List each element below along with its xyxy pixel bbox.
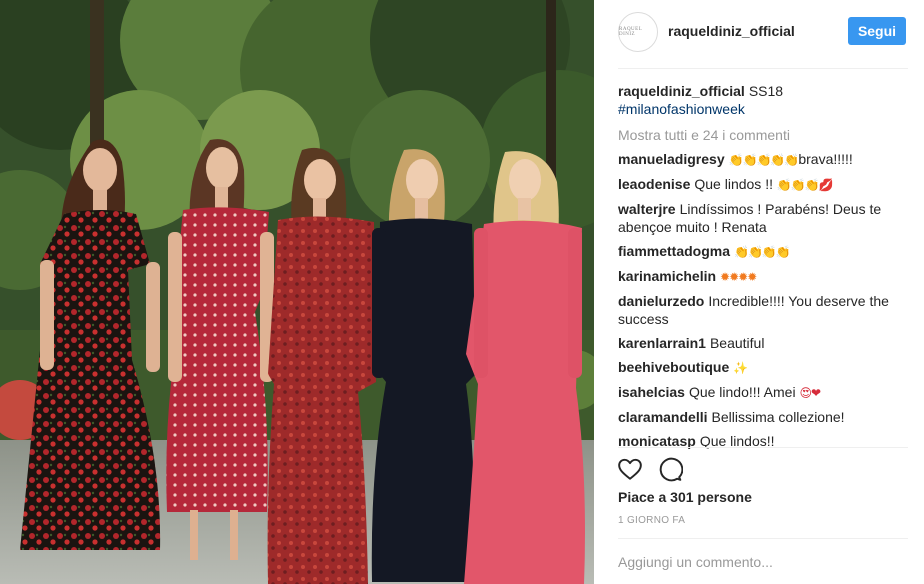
post-header: RAQUEL DINIZ raqueldiniz_official Segui — [594, 0, 924, 64]
header-divider — [618, 68, 908, 69]
comment-username[interactable]: walterjre — [618, 201, 676, 217]
heart-icon[interactable] — [617, 456, 643, 482]
comment-item: karenlarrain1 Beautiful — [618, 334, 914, 352]
caption: raqueldiniz_official SS18 — [618, 82, 914, 100]
comment-item: walterjre Lindíssimos ! Parabéns! Deus te… — [618, 200, 914, 236]
likes-count[interactable]: Piace a 301 persone — [618, 489, 752, 505]
comment-input-divider — [618, 538, 908, 539]
comments-section: raqueldiniz_official SS18 #milanofashionw… — [618, 82, 914, 456]
comment-text: brava!!!!! — [798, 151, 853, 167]
follow-button[interactable]: Segui — [848, 17, 906, 45]
comment-text: Beautiful — [709, 335, 765, 351]
comment-item: karinamichelin ✹✹✹✹ — [618, 267, 914, 286]
comment-text: Que lindos !! — [694, 176, 773, 192]
comment-text: Bellissima collezione! — [711, 409, 845, 425]
comment-item: isahelcias Que lindo!!! Amei 😍❤ — [618, 383, 914, 402]
comment-username[interactable]: karinamichelin — [618, 268, 716, 284]
actions-divider — [618, 447, 908, 448]
comment-username[interactable]: beehiveboutique — [618, 359, 729, 375]
comment-emoji: 👏👏👏👏👏 — [728, 153, 800, 167]
add-comment-input[interactable] — [618, 551, 908, 573]
comment-username[interactable]: danielurzedo — [618, 293, 704, 309]
comment-emoji: 😍❤ — [799, 386, 821, 400]
comment-username[interactable]: claramandelli — [618, 409, 708, 425]
caption-author[interactable]: raqueldiniz_official — [618, 83, 745, 99]
fashion-models-image — [0, 0, 594, 584]
comment-item: leaodenise Que lindos !! 👏👏👏💋 — [618, 175, 914, 194]
caption-hashtag[interactable]: #milanofashionweek — [618, 100, 914, 118]
avatar-logo-text: RAQUEL DINIZ — [619, 27, 643, 37]
comment-emoji: ✹✹✹✹ — [720, 270, 757, 284]
comment-item: manueladigresy 👏👏👏👏👏brava!!!!! — [618, 150, 914, 169]
show-all-comments-link[interactable]: Mostra tutti e 24 i commenti — [618, 126, 914, 144]
comment-item: beehiveboutique ✨ — [618, 358, 914, 377]
post-sidebar: RAQUEL DINIZ raqueldiniz_official Segui … — [594, 0, 924, 584]
comment-emoji: ✨ — [733, 361, 748, 375]
comment-list: manueladigresy 👏👏👏👏👏brava!!!!! leaodenise Q… — [618, 150, 914, 450]
comment-emoji: 👏👏👏💋 — [776, 178, 834, 192]
comment-item: fiammettadogma 👏👏👏👏 — [618, 242, 914, 261]
comment-username[interactable]: isahelcias — [618, 384, 685, 400]
author-avatar[interactable]: RAQUEL DINIZ — [618, 12, 658, 52]
comment-username[interactable]: fiammettadogma — [618, 243, 730, 259]
comment-username[interactable]: manueladigresy — [618, 151, 725, 167]
post-photo[interactable] — [0, 0, 594, 584]
comment-item: claramandelli Bellissima collezione! — [618, 408, 914, 426]
author-username[interactable]: raqueldiniz_official — [668, 23, 795, 39]
comment-icon[interactable] — [657, 456, 683, 482]
comment-text: Que lindo!!! Amei — [688, 384, 796, 400]
comment-username[interactable]: leaodenise — [618, 176, 690, 192]
post-timestamp: 1 GIORNO FA — [618, 515, 686, 526]
comment-username[interactable]: karenlarrain1 — [618, 335, 706, 351]
comment-emoji: 👏👏👏👏 — [734, 245, 791, 259]
comment-item: danielurzedo Incredible!!!! You deserve t… — [618, 292, 914, 328]
caption-text: SS18 — [748, 83, 784, 99]
